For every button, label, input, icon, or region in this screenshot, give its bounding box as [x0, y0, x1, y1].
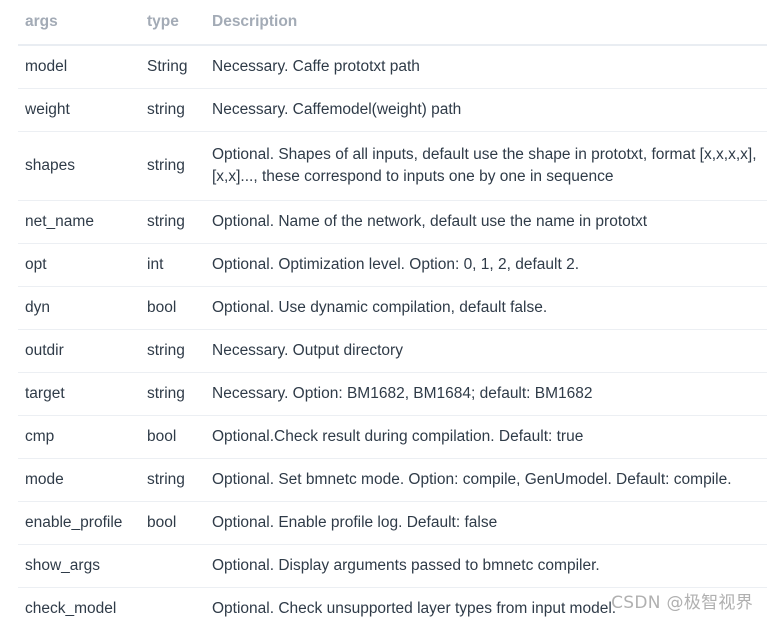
cell-args: outdir: [18, 330, 140, 373]
cell-args: shapes: [18, 132, 140, 201]
table-row: mode string Optional. Set bmnetc mode. O…: [18, 459, 767, 502]
cell-args: target: [18, 373, 140, 416]
table-row: dyn bool Optional. Use dynamic compilati…: [18, 287, 767, 330]
table-row: show_args Optional. Display arguments pa…: [18, 545, 767, 588]
cell-type: string: [140, 459, 205, 502]
cell-type: String: [140, 45, 205, 89]
cell-args: net_name: [18, 201, 140, 244]
header-description: Description: [205, 0, 767, 45]
table-row: enable_profile bool Optional. Enable pro…: [18, 502, 767, 545]
cell-type: bool: [140, 502, 205, 545]
cell-description: Optional.Check result during compilation…: [205, 416, 767, 459]
cell-args: weight: [18, 89, 140, 132]
table-row: model String Necessary. Caffe prototxt p…: [18, 45, 767, 89]
cell-type: string: [140, 132, 205, 201]
cell-description: Necessary. Output directory: [205, 330, 767, 373]
cell-args: enable_profile: [18, 502, 140, 545]
cell-description: Necessary. Caffe prototxt path: [205, 45, 767, 89]
table-row: target string Necessary. Option: BM1682,…: [18, 373, 767, 416]
cell-args: opt: [18, 244, 140, 287]
cell-description: Optional. Shapes of all inputs, default …: [205, 132, 767, 201]
table-row: cmp bool Optional.Check result during co…: [18, 416, 767, 459]
cell-type: bool: [140, 287, 205, 330]
cell-type: string: [140, 330, 205, 373]
cell-args: dyn: [18, 287, 140, 330]
cell-type: [140, 545, 205, 588]
cell-type: [140, 588, 205, 630]
cell-type: string: [140, 201, 205, 244]
header-type: type: [140, 0, 205, 45]
table-row: opt int Optional. Optimization level. Op…: [18, 244, 767, 287]
table-row: weight string Necessary. Caffemodel(weig…: [18, 89, 767, 132]
cell-description: Optional. Name of the network, default u…: [205, 201, 767, 244]
cell-description: Necessary. Caffemodel(weight) path: [205, 89, 767, 132]
cell-type: int: [140, 244, 205, 287]
header-args: args: [18, 0, 140, 45]
cell-type: string: [140, 89, 205, 132]
cell-args: mode: [18, 459, 140, 502]
cell-args: cmp: [18, 416, 140, 459]
cell-description: Optional. Enable profile log. Default: f…: [205, 502, 767, 545]
cell-description: Optional. Optimization level. Option: 0,…: [205, 244, 767, 287]
table-header-row: args type Description: [18, 0, 767, 45]
cell-description: Necessary. Option: BM1682, BM1684; defau…: [205, 373, 767, 416]
cell-type: bool: [140, 416, 205, 459]
table-row: shapes string Optional. Shapes of all in…: [18, 132, 767, 201]
cell-description: Optional. Display arguments passed to bm…: [205, 545, 767, 588]
cell-description: Optional. Use dynamic compilation, defau…: [205, 287, 767, 330]
table-row: net_name string Optional. Name of the ne…: [18, 201, 767, 244]
cell-type: string: [140, 373, 205, 416]
cell-args: model: [18, 45, 140, 89]
watermark: CSDN @极智视界: [611, 588, 753, 613]
cell-args: check_model: [18, 588, 140, 630]
table-row: outdir string Necessary. Output director…: [18, 330, 767, 373]
arguments-table: args type Description model String Neces…: [18, 0, 767, 630]
cell-args: show_args: [18, 545, 140, 588]
cell-description: Optional. Set bmnetc mode. Option: compi…: [205, 459, 767, 502]
